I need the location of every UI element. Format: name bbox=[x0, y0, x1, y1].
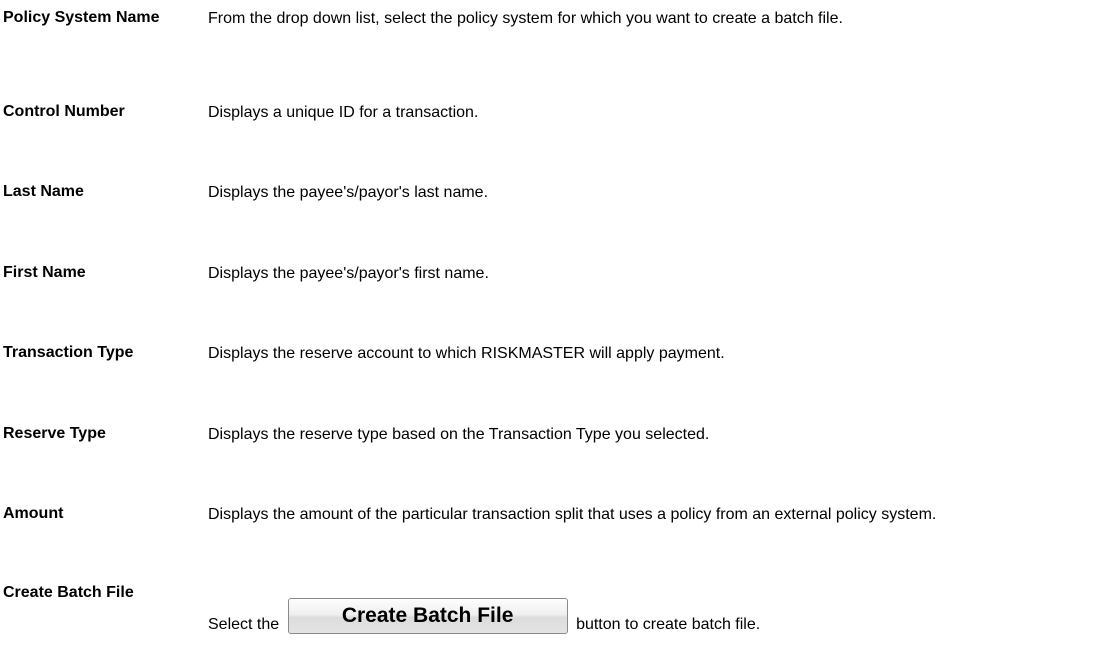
field-description: From the drop down list, select the poli… bbox=[208, 10, 843, 27]
field-term: Create Batch File bbox=[3, 584, 134, 601]
field-description: Displays the reserve account to which RI… bbox=[208, 345, 725, 362]
field-term: Amount bbox=[3, 505, 64, 522]
field-term: Reserve Type bbox=[3, 425, 106, 442]
field-description: Displays the amount of the particular tr… bbox=[208, 506, 937, 523]
field-description: Displays the payee's/payor's last name. bbox=[208, 184, 489, 201]
description-prefix: Select the bbox=[208, 616, 280, 633]
field-description: Select the Create Batch File button to c… bbox=[208, 597, 761, 636]
field-term: Policy System Name bbox=[3, 9, 160, 26]
field-description: Displays the reserve type based on the T… bbox=[208, 426, 710, 443]
field-description: Displays the payee's/payor's first name. bbox=[208, 265, 489, 282]
create-batch-file-button[interactable]: Create Batch File bbox=[287, 597, 568, 634]
field-term: Last Name bbox=[3, 183, 84, 200]
field-term: Transaction Type bbox=[3, 344, 134, 361]
field-term: Control Number bbox=[3, 103, 125, 120]
description-suffix: button to create batch file. bbox=[576, 616, 761, 633]
field-term: First Name bbox=[3, 264, 86, 281]
field-description: Displays a unique ID for a transaction. bbox=[208, 104, 479, 121]
